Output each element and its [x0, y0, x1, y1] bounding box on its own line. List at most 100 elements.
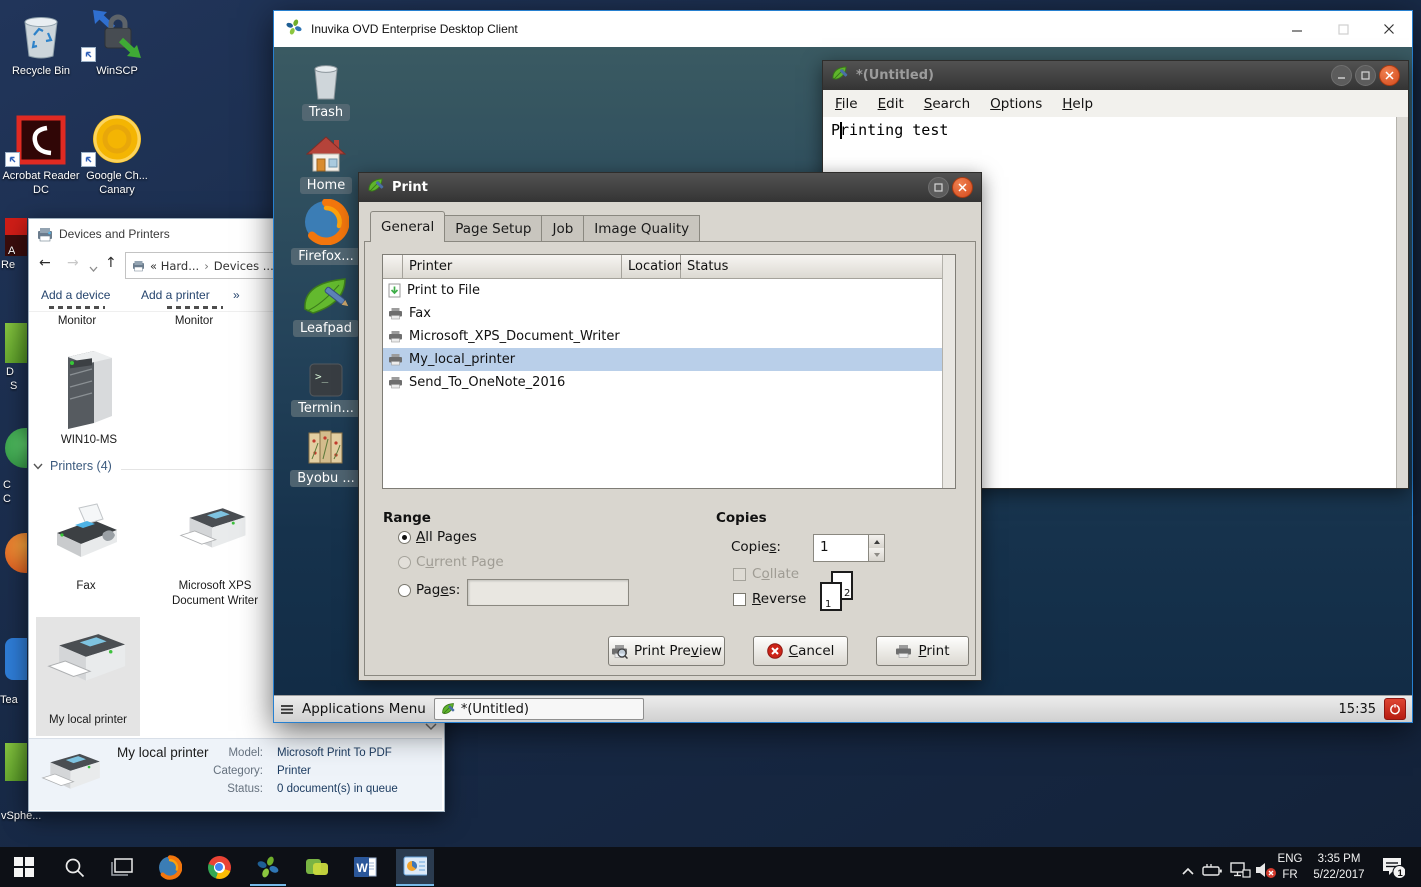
fax-device-icon[interactable]: [53, 499, 121, 566]
applications-menu-button[interactable]: Applications Menu: [302, 701, 426, 717]
all-pages-radio[interactable]: [398, 531, 411, 544]
spin-down-icon[interactable]: [869, 548, 884, 561]
menu-help[interactable]: Help: [1052, 96, 1103, 112]
taskbar-task-untitled[interactable]: *(Untitled): [434, 698, 644, 720]
reverse-checkbox[interactable]: [733, 593, 746, 606]
device-item-monitor[interactable]: Monitor: [31, 314, 123, 329]
breadcrumb-segment[interactable]: « Hard...: [150, 259, 199, 273]
add-printer-button[interactable]: Add a printer: [141, 288, 210, 302]
power-battery-icon[interactable]: [1200, 858, 1224, 882]
menu-search[interactable]: Search: [914, 96, 980, 112]
printer-item-local-selected[interactable]: My local printer: [36, 617, 140, 736]
ovd-icon-firefox[interactable]: Firefox...: [288, 201, 364, 265]
recent-dropdown-icon[interactable]: [89, 261, 98, 275]
column-header-location[interactable]: Location: [622, 255, 681, 279]
back-icon[interactable]: ←: [39, 255, 51, 271]
ovd-titlebar[interactable]: Inuvika OVD Enterprise Desktop Client: [274, 11, 1412, 47]
tab-job[interactable]: Job: [542, 215, 584, 242]
all-pages-label[interactable]: All Pages: [416, 529, 477, 545]
desktop-icon-winscp[interactable]: WinSCP: [75, 8, 159, 78]
current-page-label: Current Page: [416, 554, 504, 570]
action-center-icon[interactable]: 1: [1381, 856, 1405, 880]
leafpad-scrollbar[interactable]: [1396, 117, 1408, 488]
tab-general[interactable]: General: [370, 211, 445, 242]
start-button[interactable]: [12, 855, 36, 879]
print-button[interactable]: Print: [876, 636, 969, 666]
close-button[interactable]: [952, 177, 973, 198]
close-button[interactable]: [1366, 11, 1412, 47]
minimize-button[interactable]: [1331, 65, 1352, 86]
taskbar-firefox-icon[interactable]: [158, 855, 182, 879]
network-icon[interactable]: [1228, 858, 1252, 882]
printer-list: Printer Location Status Print to File Fa…: [382, 254, 956, 489]
leafpad-titlebar[interactable]: *(Untitled): [823, 61, 1408, 91]
tab-image-quality[interactable]: Image Quality: [584, 215, 700, 242]
ovd-icon-trash[interactable]: Trash: [288, 57, 364, 121]
ovd-icon-label: Home: [300, 177, 352, 194]
task-view-icon[interactable]: [110, 855, 134, 879]
print-dialog-titlebar[interactable]: Print: [359, 173, 981, 203]
maximize-button[interactable]: [1355, 65, 1376, 86]
printer-item-xps[interactable]: Microsoft XPS Document Writer: [165, 579, 265, 609]
print-preview-button[interactable]: Print Preview: [608, 636, 725, 666]
menu-file[interactable]: File: [825, 96, 868, 112]
printer-list-scrollbar[interactable]: [942, 255, 955, 488]
hidden-icon-fragment: [5, 323, 27, 363]
column-header-status[interactable]: Status: [681, 255, 955, 279]
taskbar-chrome-icon[interactable]: [207, 855, 231, 879]
desktop-icon-chrome-canary[interactable]: Google Ch... Canary: [75, 113, 159, 197]
close-button[interactable]: [1379, 65, 1400, 86]
toolbar-overflow-button[interactable]: »: [233, 288, 240, 302]
clipped-item-text: [49, 306, 105, 309]
printer-row-print-to-file[interactable]: Print to File: [383, 279, 955, 302]
pages-radio[interactable]: [398, 584, 411, 597]
maximize-button[interactable]: [1320, 11, 1366, 47]
printer-row-my-local-printer-selected[interactable]: My_local_printer: [383, 348, 955, 371]
search-icon[interactable]: [62, 855, 86, 879]
language-indicator[interactable]: ENG FR: [1272, 851, 1308, 883]
taskbar-vsphere-icon[interactable]: [305, 855, 329, 879]
printer-row-fax[interactable]: Fax: [383, 302, 955, 325]
xps-printer-icon[interactable]: [179, 501, 249, 564]
printer-row-xps[interactable]: Microsoft_XPS_Document_Writer: [383, 325, 955, 348]
computer-tower-icon[interactable]: [58, 345, 120, 434]
ovd-icon-byobu[interactable]: Byobu ...: [288, 423, 364, 487]
ovd-clock[interactable]: 15:35: [1339, 702, 1376, 717]
taskbar-ovd-icon[interactable]: [256, 855, 280, 879]
desktop-icon-recycle-bin[interactable]: Recycle Bin: [0, 8, 83, 78]
up-icon[interactable]: ↑: [105, 255, 117, 271]
breadcrumb-segment[interactable]: Devices ...: [214, 259, 274, 273]
taskbar-devices-icon[interactable]: [403, 855, 427, 879]
pages-label[interactable]: Pages:: [416, 582, 460, 598]
device-item-monitor[interactable]: Monitor: [148, 314, 240, 329]
taskbar-word-icon[interactable]: W: [354, 855, 378, 879]
minimize-button[interactable]: [1274, 11, 1320, 47]
clock[interactable]: 3:35 PM 5/22/2017: [1304, 851, 1374, 883]
maximize-button[interactable]: [928, 177, 949, 198]
copies-value[interactable]: 1: [814, 535, 868, 561]
ovd-icon-home[interactable]: Home: [288, 130, 364, 194]
desktop-icon-acrobat[interactable]: Acrobat Reader DC: [0, 113, 83, 197]
tray-expand-icon[interactable]: [1176, 859, 1200, 883]
add-device-button[interactable]: Add a device: [41, 288, 110, 302]
tab-page-setup[interactable]: Page Setup: [445, 215, 542, 242]
ovd-icon-terminal[interactable]: >_ Termin...: [288, 353, 364, 417]
cancel-button[interactable]: Cancel: [753, 636, 848, 666]
printers-group-header[interactable]: Printers (4): [33, 459, 112, 473]
menu-edit[interactable]: Edit: [868, 96, 914, 112]
spin-up-icon[interactable]: [869, 535, 884, 548]
printer-row-onenote[interactable]: Send_To_OneNote_2016: [383, 371, 955, 394]
pages-input[interactable]: [467, 579, 629, 606]
copies-spinner[interactable]: 1: [813, 534, 885, 562]
logout-power-button[interactable]: [1384, 698, 1406, 720]
printer-item-fax[interactable]: Fax: [36, 579, 136, 594]
column-header-printer[interactable]: Printer: [403, 255, 622, 279]
printer-list-header: Printer Location Status: [383, 255, 955, 279]
reverse-label[interactable]: Reverse: [752, 591, 806, 607]
ovd-icon-leafpad[interactable]: Leafpad: [288, 273, 364, 337]
forward-icon[interactable]: →: [67, 255, 79, 271]
applications-menu-icon[interactable]: [280, 700, 294, 719]
device-item-computer[interactable]: WIN10-MS: [39, 433, 139, 448]
column-header-icon[interactable]: [383, 255, 403, 279]
menu-options[interactable]: Options: [980, 96, 1052, 112]
